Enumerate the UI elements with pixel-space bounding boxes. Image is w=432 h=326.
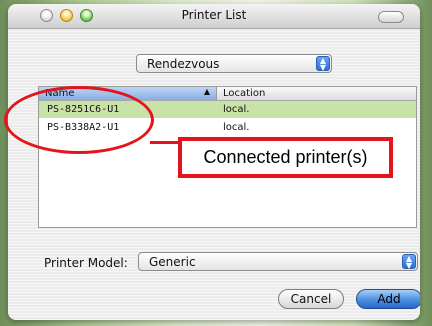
printer-model-value: Generic xyxy=(149,255,196,269)
popup-arrows-icon: ▲ ▼ xyxy=(402,254,416,270)
printer-location: local. xyxy=(223,122,250,133)
cancel-button[interactable]: Cancel xyxy=(278,289,344,309)
annotation-label: Connected printer(s) xyxy=(203,147,368,167)
source-popup[interactable]: Rendezvous ▲ ▼ xyxy=(136,54,332,73)
printer-model-popup[interactable]: Generic ▲ ▼ xyxy=(138,252,418,271)
title-bar: Printer List xyxy=(8,4,420,29)
sort-ascending-icon: ▲ xyxy=(203,87,210,96)
source-popup-value: Rendezvous xyxy=(147,57,220,71)
printer-model-label: Printer Model: xyxy=(44,256,128,270)
printer-location: local. xyxy=(223,104,250,115)
annotation-ellipse xyxy=(4,86,154,154)
column-header-location[interactable]: Location xyxy=(223,88,265,99)
annotation-label-box: Connected printer(s) xyxy=(178,137,393,178)
window-title: Printer List xyxy=(181,8,247,22)
add-button[interactable]: Add xyxy=(356,289,420,309)
popup-arrows-icon: ▲ ▼ xyxy=(316,56,330,72)
toolbar-toggle-button[interactable] xyxy=(378,11,404,23)
